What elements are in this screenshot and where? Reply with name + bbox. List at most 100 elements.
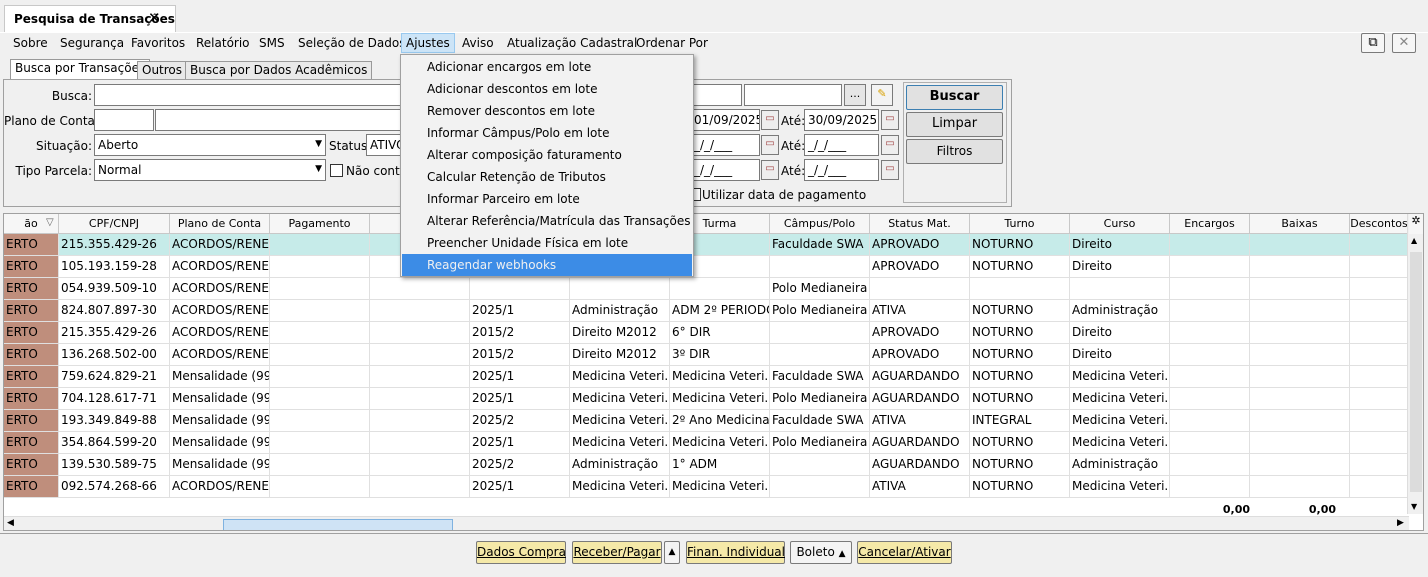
horizontal-scrollbar[interactable]: ◀ ▶ [4, 516, 1409, 530]
chevron-up-icon: ▲ [838, 549, 846, 559]
menu-sms[interactable]: SMS [259, 36, 285, 50]
horizontal-scroll-thumb[interactable] [223, 519, 453, 530]
cell-curso: Direito [1070, 256, 1170, 278]
cell-status-mat: ATIVA [870, 410, 970, 432]
boleto-button[interactable]: Boleto ▲ [790, 541, 852, 564]
ellipsis-button[interactable]: ... [844, 84, 866, 106]
dropdown-item[interactable]: Adicionar descontos em lote [402, 78, 692, 100]
cell-cpf-cnpj: 139.530.589-75 [59, 454, 170, 476]
data-fim-3[interactable]: _/_/___ [804, 159, 879, 181]
tipo-parcela-select[interactable]: Normal [94, 159, 326, 181]
dropdown-item[interactable]: Adicionar encargos em lote [402, 56, 692, 78]
dropdown-item[interactable]: Alterar Referência/Matrícula das Transaç… [402, 210, 692, 232]
finan-individual-button[interactable]: Finan. Individual [686, 541, 785, 564]
table-row[interactable]: ERTO215.355.429-26ACORDOS/RENE...DIRFacu… [4, 234, 1409, 256]
cell-encargos [1170, 476, 1250, 498]
dropdown-item[interactable]: Remover descontos em lote [402, 100, 692, 122]
buscar-button[interactable]: Buscar [906, 85, 1003, 110]
data-inicio-2[interactable]: _/_/___ [690, 134, 760, 156]
data-inicio-1[interactable]: 01/09/2025 [690, 109, 760, 131]
cell-pagamento [270, 476, 370, 498]
column-header-encargos[interactable]: Encargos [1170, 214, 1250, 234]
dropdown-item[interactable]: Informar Câmpus/Polo em lote [402, 122, 692, 144]
table-row[interactable]: ERTO759.624.829-21Mensalidade (99... 2025… [4, 366, 1409, 388]
tab-outros[interactable]: Outros [137, 61, 188, 79]
filter-icon[interactable]: ▽ [46, 217, 54, 228]
table-row[interactable]: ERTO 054.939.509-10 ACORDOS/RENE... Polo Me… [4, 278, 1409, 300]
popout-icon[interactable]: ⧉ [1361, 33, 1385, 53]
table-row[interactable]: ERTO139.530.589-75Mensalidade (99... 2025… [4, 454, 1409, 476]
tab-busca-transacoes[interactable]: Busca por Transações [10, 59, 151, 80]
menu-ajustes[interactable]: Ajustes [401, 33, 455, 53]
menu-seguranca[interactable]: Segurança [60, 36, 124, 50]
dropdown-item[interactable]: Alterar composição faturamento [402, 144, 692, 166]
cell-liquido [370, 366, 470, 388]
busca-extra-input[interactable] [690, 84, 742, 106]
calendar-icon[interactable]: ▭ [761, 135, 779, 155]
table-row[interactable]: ERTO 215.355.429-26 ACORDOS/RENE... 2015/2 D… [4, 322, 1409, 344]
data-fim-2[interactable]: _/_/___ [804, 134, 879, 156]
menu-selecao-dados[interactable]: Seleção de Dados [298, 36, 405, 50]
dropdown-item[interactable]: Preencher Unidade Física em lote [402, 232, 692, 254]
column-header-plano-conta[interactable]: Plano de Conta [170, 214, 270, 234]
calendar-icon[interactable]: ▭ [881, 160, 899, 180]
plano-conta-input[interactable] [155, 109, 405, 131]
dropdown-item[interactable]: Informar Parceiro em lote [402, 188, 692, 210]
close-tab-icon[interactable]: ✕ [148, 9, 161, 27]
scroll-up-icon[interactable]: ▲ [1411, 236, 1417, 245]
column-header-turno[interactable]: Turno [970, 214, 1070, 234]
dropdown-item[interactable]: Reagendar webhooks [402, 254, 692, 276]
menu-aviso[interactable]: Aviso [462, 36, 494, 50]
dados-compra-button[interactable]: Dados Compra [476, 541, 566, 564]
menu-sobre[interactable]: Sobre [13, 36, 48, 50]
menu-ordenar-por[interactable]: Ordenar Por [636, 36, 708, 50]
data-fim-1[interactable]: 30/09/2025 [804, 109, 879, 131]
column-header-pagamento[interactable]: Pagamento [270, 214, 370, 234]
scroll-right-icon[interactable]: ▶ [1397, 518, 1404, 528]
busca-extra-input-2[interactable] [744, 84, 842, 106]
table-row[interactable]: ERTO704.128.617-71Mensalidade (99... 2025… [4, 388, 1409, 410]
table-row[interactable]: ERTO 092.574.268-66 ACORDOS/RENE... 2025/1 M… [4, 476, 1409, 498]
close-window-icon[interactable]: ✕ [1392, 33, 1416, 53]
transactions-grid[interactable]: ãoCPF/CNPJPlano de ContaPagamentoLiqTurm… [3, 213, 1424, 531]
menu-atualizacao-cadastral[interactable]: Atualização Cadastral [507, 36, 637, 50]
situacao-select[interactable]: Aberto [94, 134, 326, 156]
scroll-left-icon[interactable]: ◀ [7, 518, 14, 528]
vertical-scroll-thumb[interactable] [1410, 252, 1422, 492]
tab-busca-dados-academicos[interactable]: Busca por Dados Acadêmicos [185, 61, 373, 79]
document-tab[interactable]: Pesquisa de Transações ✕ [4, 5, 176, 32]
calendar-icon[interactable]: ▭ [881, 110, 899, 130]
nao-contem-checkbox[interactable] [330, 164, 343, 177]
plano-conta-code-input[interactable] [94, 109, 154, 131]
menu-relatorio[interactable]: Relatório [196, 36, 250, 50]
table-row[interactable]: ERTO105.193.159-28ACORDOS/RENE...DIRAPRO… [4, 256, 1409, 278]
column-header-curso[interactable]: Curso [1070, 214, 1170, 234]
column-header-descontos[interactable]: Descontos [1350, 214, 1409, 234]
grid-settings-icon[interactable]: ✲ [1409, 214, 1423, 234]
calendar-icon[interactable]: ▭ [761, 160, 779, 180]
receber-pagar-button[interactable]: Receber/Pagar [572, 541, 662, 564]
filtros-button[interactable]: Filtros [906, 139, 1003, 164]
table-row[interactable]: ERTO 136.268.502-00 ACORDOS/RENE... 2015/2 D… [4, 344, 1409, 366]
column-header-cpf-cnpj[interactable]: CPF/CNPJ [59, 214, 170, 234]
calendar-icon[interactable]: ▭ [761, 110, 779, 130]
scroll-down-icon[interactable]: ▼ [1411, 502, 1417, 511]
column-header-baixas[interactable]: Baixas [1250, 214, 1350, 234]
column-header-status-mat[interactable]: Status Mat. [870, 214, 970, 234]
table-row[interactable]: ERTO 824.807.897-30 ACORDOS/RENE... 2025/1 A… [4, 300, 1409, 322]
vertical-scrollbar[interactable]: ✲ ▲ ▼ [1407, 214, 1423, 514]
limpar-button[interactable]: Limpar [906, 112, 1003, 137]
calendar-icon[interactable]: ▭ [881, 135, 899, 155]
busca-input[interactable] [94, 84, 404, 106]
cell-descontos [1350, 366, 1409, 388]
ajustes-dropdown-menu: Adicionar encargos em lote Adicionar desc… [400, 54, 694, 277]
dropdown-item[interactable]: Calcular Retenção de Tributos [402, 166, 692, 188]
table-row[interactable]: ERTO354.864.599-20Mensalidade (99... 2025… [4, 432, 1409, 454]
data-inicio-3[interactable]: _/_/___ [690, 159, 760, 181]
edit-pencil-icon[interactable]: ✎ [871, 84, 893, 106]
column-header-campus-polo[interactable]: Câmpus/Polo [770, 214, 870, 234]
menu-favoritos[interactable]: Favoritos [131, 36, 185, 50]
chevron-up-icon[interactable]: ▲ [664, 541, 680, 564]
cancelar-ativar-button[interactable]: Cancelar/Ativar [857, 541, 952, 564]
table-row[interactable]: ERTO193.349.849-88Mensalidade (99... 2025… [4, 410, 1409, 432]
